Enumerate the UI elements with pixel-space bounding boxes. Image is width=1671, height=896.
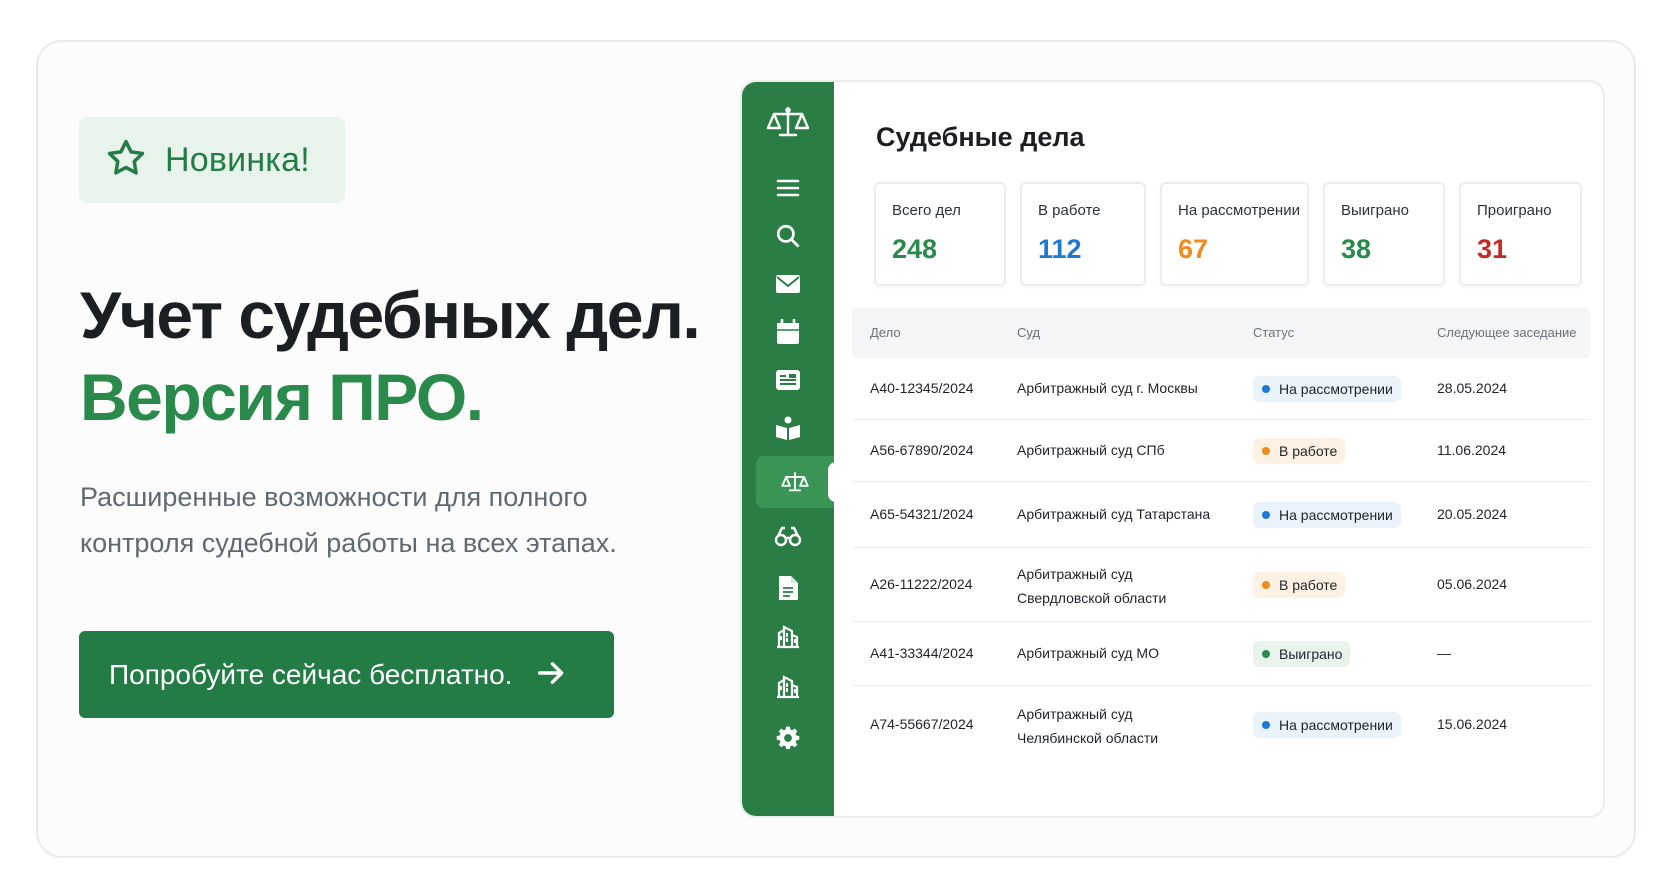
- stat-value: 67: [1178, 234, 1209, 264]
- sidebar-item-cases[interactable]: [756, 456, 842, 508]
- arrow-right-icon: [534, 656, 568, 693]
- building-icon[interactable]: [742, 614, 834, 658]
- badge-label: Новинка!: [165, 140, 310, 179]
- book-icon[interactable]: [742, 406, 834, 450]
- status-badge: В работе: [1253, 572, 1346, 598]
- column-header-next-hearing[interactable]: Следующее заседание: [1437, 325, 1577, 340]
- card-icon[interactable]: [742, 358, 834, 402]
- new-badge: Новинка!: [79, 117, 345, 203]
- case-number: А65-54321/2024: [870, 506, 974, 522]
- scales-logo-icon[interactable]: [742, 100, 834, 144]
- document-icon[interactable]: [742, 566, 834, 610]
- stat-label: Всего дел: [892, 202, 961, 219]
- subtitle-line1: Расширенные возможности для полного: [80, 482, 588, 512]
- stat-value: 248: [892, 234, 938, 264]
- stat-value: 31: [1477, 234, 1508, 264]
- table-row[interactable]: А40-12345/2024 Арбитражный суд г. Москвы…: [852, 358, 1590, 420]
- stat-label: На рассмотрении: [1178, 202, 1300, 219]
- status-dot: [1262, 650, 1270, 658]
- gear-icon[interactable]: [742, 716, 834, 760]
- column-header-case[interactable]: Дело: [870, 325, 901, 340]
- status-dot: [1262, 385, 1270, 393]
- mail-icon[interactable]: [742, 262, 834, 306]
- next-hearing-date: 11.06.2024: [1437, 442, 1507, 458]
- table-row[interactable]: А74-55667/2024 Арбитражный суд Челябинско…: [852, 686, 1590, 764]
- status-dot: [1262, 581, 1270, 589]
- glasses-icon[interactable]: [742, 514, 834, 558]
- calendar-icon[interactable]: [742, 310, 834, 354]
- case-number: А40-12345/2024: [870, 380, 974, 396]
- app-window: Судебные дела Всего дел 248 В работе 112…: [740, 80, 1605, 818]
- table-row[interactable]: А65-54321/2024 Арбитражный суд Татарстан…: [852, 482, 1590, 548]
- stat-card-in-progress[interactable]: В работе 112: [1020, 182, 1146, 286]
- court-name: Арбитражный суд Челябинской области: [1017, 706, 1159, 746]
- cta-label: Попробуйте сейчас бесплатно.: [109, 658, 513, 690]
- status-badge: На рассмотрении: [1253, 502, 1401, 528]
- scales-icon: [781, 470, 809, 494]
- stat-label: В работе: [1038, 202, 1101, 219]
- court-name: Арбитражный суд СПб: [1017, 442, 1165, 458]
- headline: Учет судебных дел. Версия ПРО.: [80, 274, 701, 438]
- status-dot: [1262, 721, 1270, 729]
- stat-card-lost[interactable]: Проиграно 31: [1459, 182, 1582, 286]
- column-header-status[interactable]: Статус: [1253, 325, 1294, 340]
- court-name: Арбитражный суд МО: [1017, 645, 1159, 661]
- stat-card-under-review[interactable]: На рассмотрении 67: [1160, 182, 1309, 286]
- stat-card-total[interactable]: Всего дел 248: [874, 182, 1006, 286]
- next-hearing-date: 20.05.2024: [1437, 506, 1508, 522]
- headline-line1: Учет судебных дел.: [80, 278, 701, 352]
- building-icon[interactable]: [742, 664, 834, 708]
- court-name: Арбитражный суд Татарстана: [1017, 506, 1211, 522]
- column-header-court[interactable]: Суд: [1017, 325, 1040, 340]
- next-hearing-date: —: [1437, 645, 1451, 661]
- status-badge: На рассмотрении: [1253, 712, 1401, 738]
- next-hearing-date: 15.06.2024: [1437, 716, 1508, 732]
- search-icon[interactable]: [742, 214, 834, 258]
- subtitle: Расширенные возможности для полного конт…: [80, 474, 680, 566]
- case-number: А74-55667/2024: [870, 716, 974, 732]
- case-number: А26-11222/2024: [870, 576, 973, 592]
- next-hearing-date: 05.06.2024: [1437, 576, 1508, 592]
- table-row[interactable]: А26-11222/2024 Арбитражный суд Свердловск…: [852, 548, 1590, 622]
- status-badge: В работе: [1253, 438, 1346, 464]
- case-number: А41-33344/2024: [870, 645, 974, 661]
- stat-value: 38: [1341, 234, 1372, 264]
- status-dot: [1262, 447, 1270, 455]
- stat-label: Проиграно: [1477, 202, 1552, 219]
- status-badge: Выиграно: [1253, 641, 1351, 667]
- menu-icon[interactable]: [742, 166, 834, 210]
- main-panel: Судебные дела Всего дел 248 В работе 112…: [834, 82, 1603, 816]
- table-row[interactable]: А41-33344/2024 Арбитражный суд МО Выигра…: [852, 622, 1590, 686]
- cases-table: Дело Суд Статус Следующее заседание А40-…: [852, 308, 1590, 764]
- stat-card-won[interactable]: Выиграно 38: [1323, 182, 1445, 286]
- stat-label: Выиграно: [1341, 202, 1409, 219]
- subtitle-line2: контроля судебной работы на всех этапах.: [80, 528, 617, 558]
- table-header: Дело Суд Статус Следующее заседание: [852, 308, 1590, 358]
- page-title: Судебные дела: [876, 122, 1085, 152]
- case-number: А56-67890/2024: [870, 442, 974, 458]
- next-hearing-date: 28.05.2024: [1437, 380, 1508, 396]
- headline-line2: Версия ПРО.: [80, 360, 484, 434]
- court-name: Арбитражный суд г. Москвы: [1017, 380, 1198, 396]
- stat-value: 112: [1038, 234, 1082, 264]
- table-row[interactable]: А56-67890/2024 Арбитражный суд СПб В раб…: [852, 420, 1590, 482]
- sidebar: [742, 82, 842, 816]
- status-badge: На рассмотрении: [1253, 376, 1401, 402]
- status-dot: [1262, 511, 1270, 519]
- court-name: Арбитражный суд Свердловской области: [1017, 566, 1167, 606]
- try-free-button[interactable]: Попробуйте сейчас бесплатно.: [79, 631, 614, 718]
- star-icon: [105, 137, 147, 184]
